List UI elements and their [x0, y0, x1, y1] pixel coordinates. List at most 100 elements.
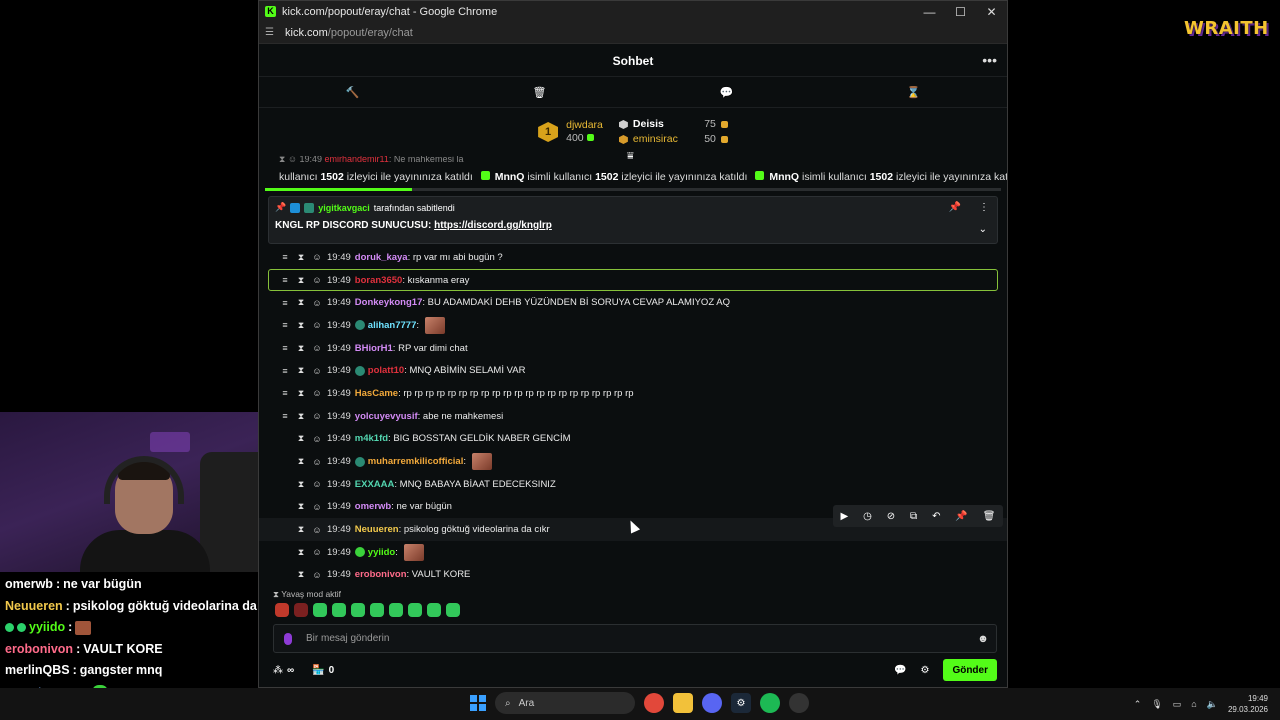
- timeout-hourglass-icon[interactable]: ⧗: [293, 547, 309, 558]
- windows-start-icon[interactable]: [470, 695, 486, 711]
- delete-icon[interactable]: 🗑: [983, 511, 996, 522]
- gift-leaderboard[interactable]: 1 djwdara 400 Deisis 75 eminsirac 50 ⩸: [259, 108, 1007, 162]
- chat-message-row[interactable]: ≡ ⧗ ☺ 19:49 polatt10: MNQ ABİMİN SELAMİ VAR: [259, 359, 1007, 382]
- network-icon[interactable]: ⌂: [1191, 699, 1196, 709]
- emote-icon[interactable]: [370, 603, 384, 617]
- maximize-button[interactable]: ☐: [945, 5, 976, 19]
- minimize-button[interactable]: —: [914, 5, 945, 19]
- spotify-icon[interactable]: [760, 693, 780, 713]
- timeout-hourglass-icon[interactable]: ⧗: [293, 411, 309, 422]
- chat-message-row[interactable]: ⧗ ☺ 19:49 erobonivon: VAULT KORE: [259, 564, 1007, 581]
- message-username[interactable]: muharremkilicofficial: [368, 456, 464, 467]
- timeout-hourglass-icon[interactable]: ⧗: [293, 388, 309, 399]
- emote-icon[interactable]: [427, 603, 441, 617]
- message-username[interactable]: doruk_kaya: [355, 252, 408, 263]
- message-username[interactable]: EXXAAA: [355, 479, 395, 490]
- timeout-hourglass-icon[interactable]: ⧗: [293, 343, 309, 354]
- loyalty-points-icon[interactable]: ⁂: [273, 665, 283, 676]
- microphone-tray-icon[interactable]: 🎙: [1151, 699, 1162, 710]
- message-username[interactable]: m4k1fd: [355, 433, 388, 444]
- chat-message-row[interactable]: ≡ ⧗ ☺ 19:49 alihan7777:: [259, 314, 1007, 337]
- clock-icon[interactable]: ◷: [863, 511, 872, 522]
- reply-icon[interactable]: ↶: [932, 511, 940, 522]
- timeout-hourglass-icon[interactable]: ⧗: [293, 320, 309, 331]
- pinned-by-user[interactable]: yigitkavgaci: [318, 203, 370, 213]
- chat-bubble-icon[interactable]: 💬: [894, 665, 906, 676]
- delete-message-icon[interactable]: ≡: [277, 411, 293, 421]
- gear-icon[interactable]: ⚙: [920, 665, 929, 676]
- timeout-hourglass-icon[interactable]: ⧗: [293, 456, 309, 467]
- address-bar[interactable]: ☰ kick.com/popout/eray/chat: [259, 22, 1007, 44]
- chat-bubble-icon[interactable]: 💬: [633, 77, 820, 107]
- send-button[interactable]: Gönder: [943, 659, 997, 681]
- message-username[interactable]: yyiido: [368, 547, 395, 558]
- emote-icon[interactable]: [313, 603, 327, 617]
- chrome-icon[interactable]: [644, 693, 664, 713]
- chat-message-row[interactable]: ⧗ ☺ 19:49 muharremkilicofficial:: [259, 450, 1007, 473]
- message-username[interactable]: erobonivon: [355, 569, 407, 580]
- delete-message-icon[interactable]: ≡: [277, 320, 293, 330]
- emote-icon[interactable]: [389, 603, 403, 617]
- emote-icon[interactable]: [351, 603, 365, 617]
- delete-message-icon[interactable]: ≡: [277, 275, 293, 285]
- message-input-box[interactable]: ☻: [273, 624, 997, 653]
- chat-message-row[interactable]: ≡ ⧗ ☺ 19:49 doruk_kaya: rp var mı abi bugün …: [259, 246, 1007, 269]
- chat-messages-area[interactable]: ⧗ ☺ 19:49 emirhandemir11: Ne mahkemesi l…: [259, 156, 1007, 581]
- store-icon[interactable]: 🏪: [312, 665, 324, 676]
- copy-icon[interactable]: ⧉: [910, 511, 917, 522]
- timeout-hourglass-icon[interactable]: ⧗: [293, 524, 309, 535]
- message-username[interactable]: alihan7777: [368, 320, 417, 331]
- message-username[interactable]: boran3650: [355, 275, 403, 286]
- delete-message-icon[interactable]: ≡: [277, 298, 293, 308]
- display-icon[interactable]: ▭: [1173, 699, 1182, 710]
- message-username[interactable]: omerwb: [355, 501, 391, 512]
- emote-icon[interactable]: [275, 603, 289, 617]
- chat-message-row[interactable]: ≡ ⧗ ☺ 19:49 BHiorH1: RP var dimi chat: [259, 337, 1007, 360]
- delete-message-icon[interactable]: ≡: [277, 252, 293, 262]
- more-options-icon[interactable]: •••: [982, 52, 997, 68]
- timeout-hourglass-icon[interactable]: ⧗: [293, 275, 309, 286]
- steam-icon[interactable]: ⚙: [731, 693, 751, 713]
- chevron-down-icon[interactable]: ⌄: [979, 224, 987, 235]
- chat-message-row[interactable]: ⧗ ☺ 19:49 yyiido:: [259, 541, 1007, 564]
- emote-icon[interactable]: [408, 603, 422, 617]
- microphone-icon[interactable]: [284, 632, 292, 645]
- emote-icon[interactable]: [446, 603, 460, 617]
- discord-icon[interactable]: [702, 693, 722, 713]
- emote-icon[interactable]: [332, 603, 346, 617]
- trash-icon[interactable]: 🗑: [446, 77, 633, 107]
- chevron-up-icon[interactable]: ⌃: [1134, 699, 1142, 710]
- delete-message-icon[interactable]: ≡: [277, 343, 293, 353]
- hide-icon[interactable]: ⊘: [887, 511, 895, 522]
- taskbar-search[interactable]: ⌕ Ara: [495, 692, 635, 714]
- chat-message-row[interactable]: ⧗ ☺ 19:49 EXXAAA: MNQ BABAYA BİAAT EDECEKSI…: [259, 473, 1007, 496]
- obs-icon[interactable]: [789, 693, 809, 713]
- chat-message-row[interactable]: ⧗ ☺ 19:49 m4k1fd: BIG BOSSTAN GELDİK NABER …: [259, 428, 1007, 451]
- delete-message-icon[interactable]: ≡: [277, 366, 293, 376]
- pin-icon[interactable]: 📌: [955, 511, 967, 522]
- message-username[interactable]: HasCame: [355, 388, 398, 399]
- hourglass-icon[interactable]: ⌛: [820, 77, 1007, 107]
- volume-icon[interactable]: 🔈: [1207, 699, 1218, 710]
- message-username[interactable]: polatt10: [368, 365, 404, 376]
- discord-link[interactable]: https://discord.gg/knglrp: [434, 220, 552, 231]
- emoji-picker-icon[interactable]: ☻: [970, 633, 996, 645]
- clock[interactable]: 19:49 29.03.2026: [1228, 693, 1268, 715]
- emote-icon[interactable]: [294, 603, 308, 617]
- delete-message-icon[interactable]: ≡: [277, 388, 293, 398]
- site-settings-icon[interactable]: ☰: [265, 27, 277, 38]
- close-button[interactable]: ✕: [976, 5, 1007, 19]
- chat-message-row[interactable]: ≡ ⧗ ☺ 19:49 Donkeykong17: BU ADAMDAKİ DEHB Y…: [259, 291, 1007, 314]
- message-username[interactable]: yolcuyevyusif: [355, 411, 418, 422]
- chat-message-row[interactable]: ≡ ⧗ ☺ 19:49 yolcuyevyusif: abe ne mahkemesi: [259, 405, 1007, 428]
- pin-more-icon[interactable]: ⋮: [979, 202, 989, 213]
- chat-message-row[interactable]: ≡ ⧗ ☺ 19:49 boran3650: kıskanma eray: [268, 268, 998, 292]
- unpin-icon[interactable]: 📌: [949, 202, 961, 213]
- timeout-hourglass-icon[interactable]: ⧗: [293, 297, 309, 308]
- message-username[interactable]: Neuueren: [355, 524, 399, 535]
- timeout-hourglass-icon[interactable]: ⧗: [293, 569, 309, 580]
- message-input[interactable]: [306, 633, 970, 644]
- file-explorer-icon[interactable]: [673, 693, 693, 713]
- message-username[interactable]: BHiorH1: [355, 343, 393, 354]
- timeout-hourglass-icon[interactable]: ⧗: [293, 501, 309, 512]
